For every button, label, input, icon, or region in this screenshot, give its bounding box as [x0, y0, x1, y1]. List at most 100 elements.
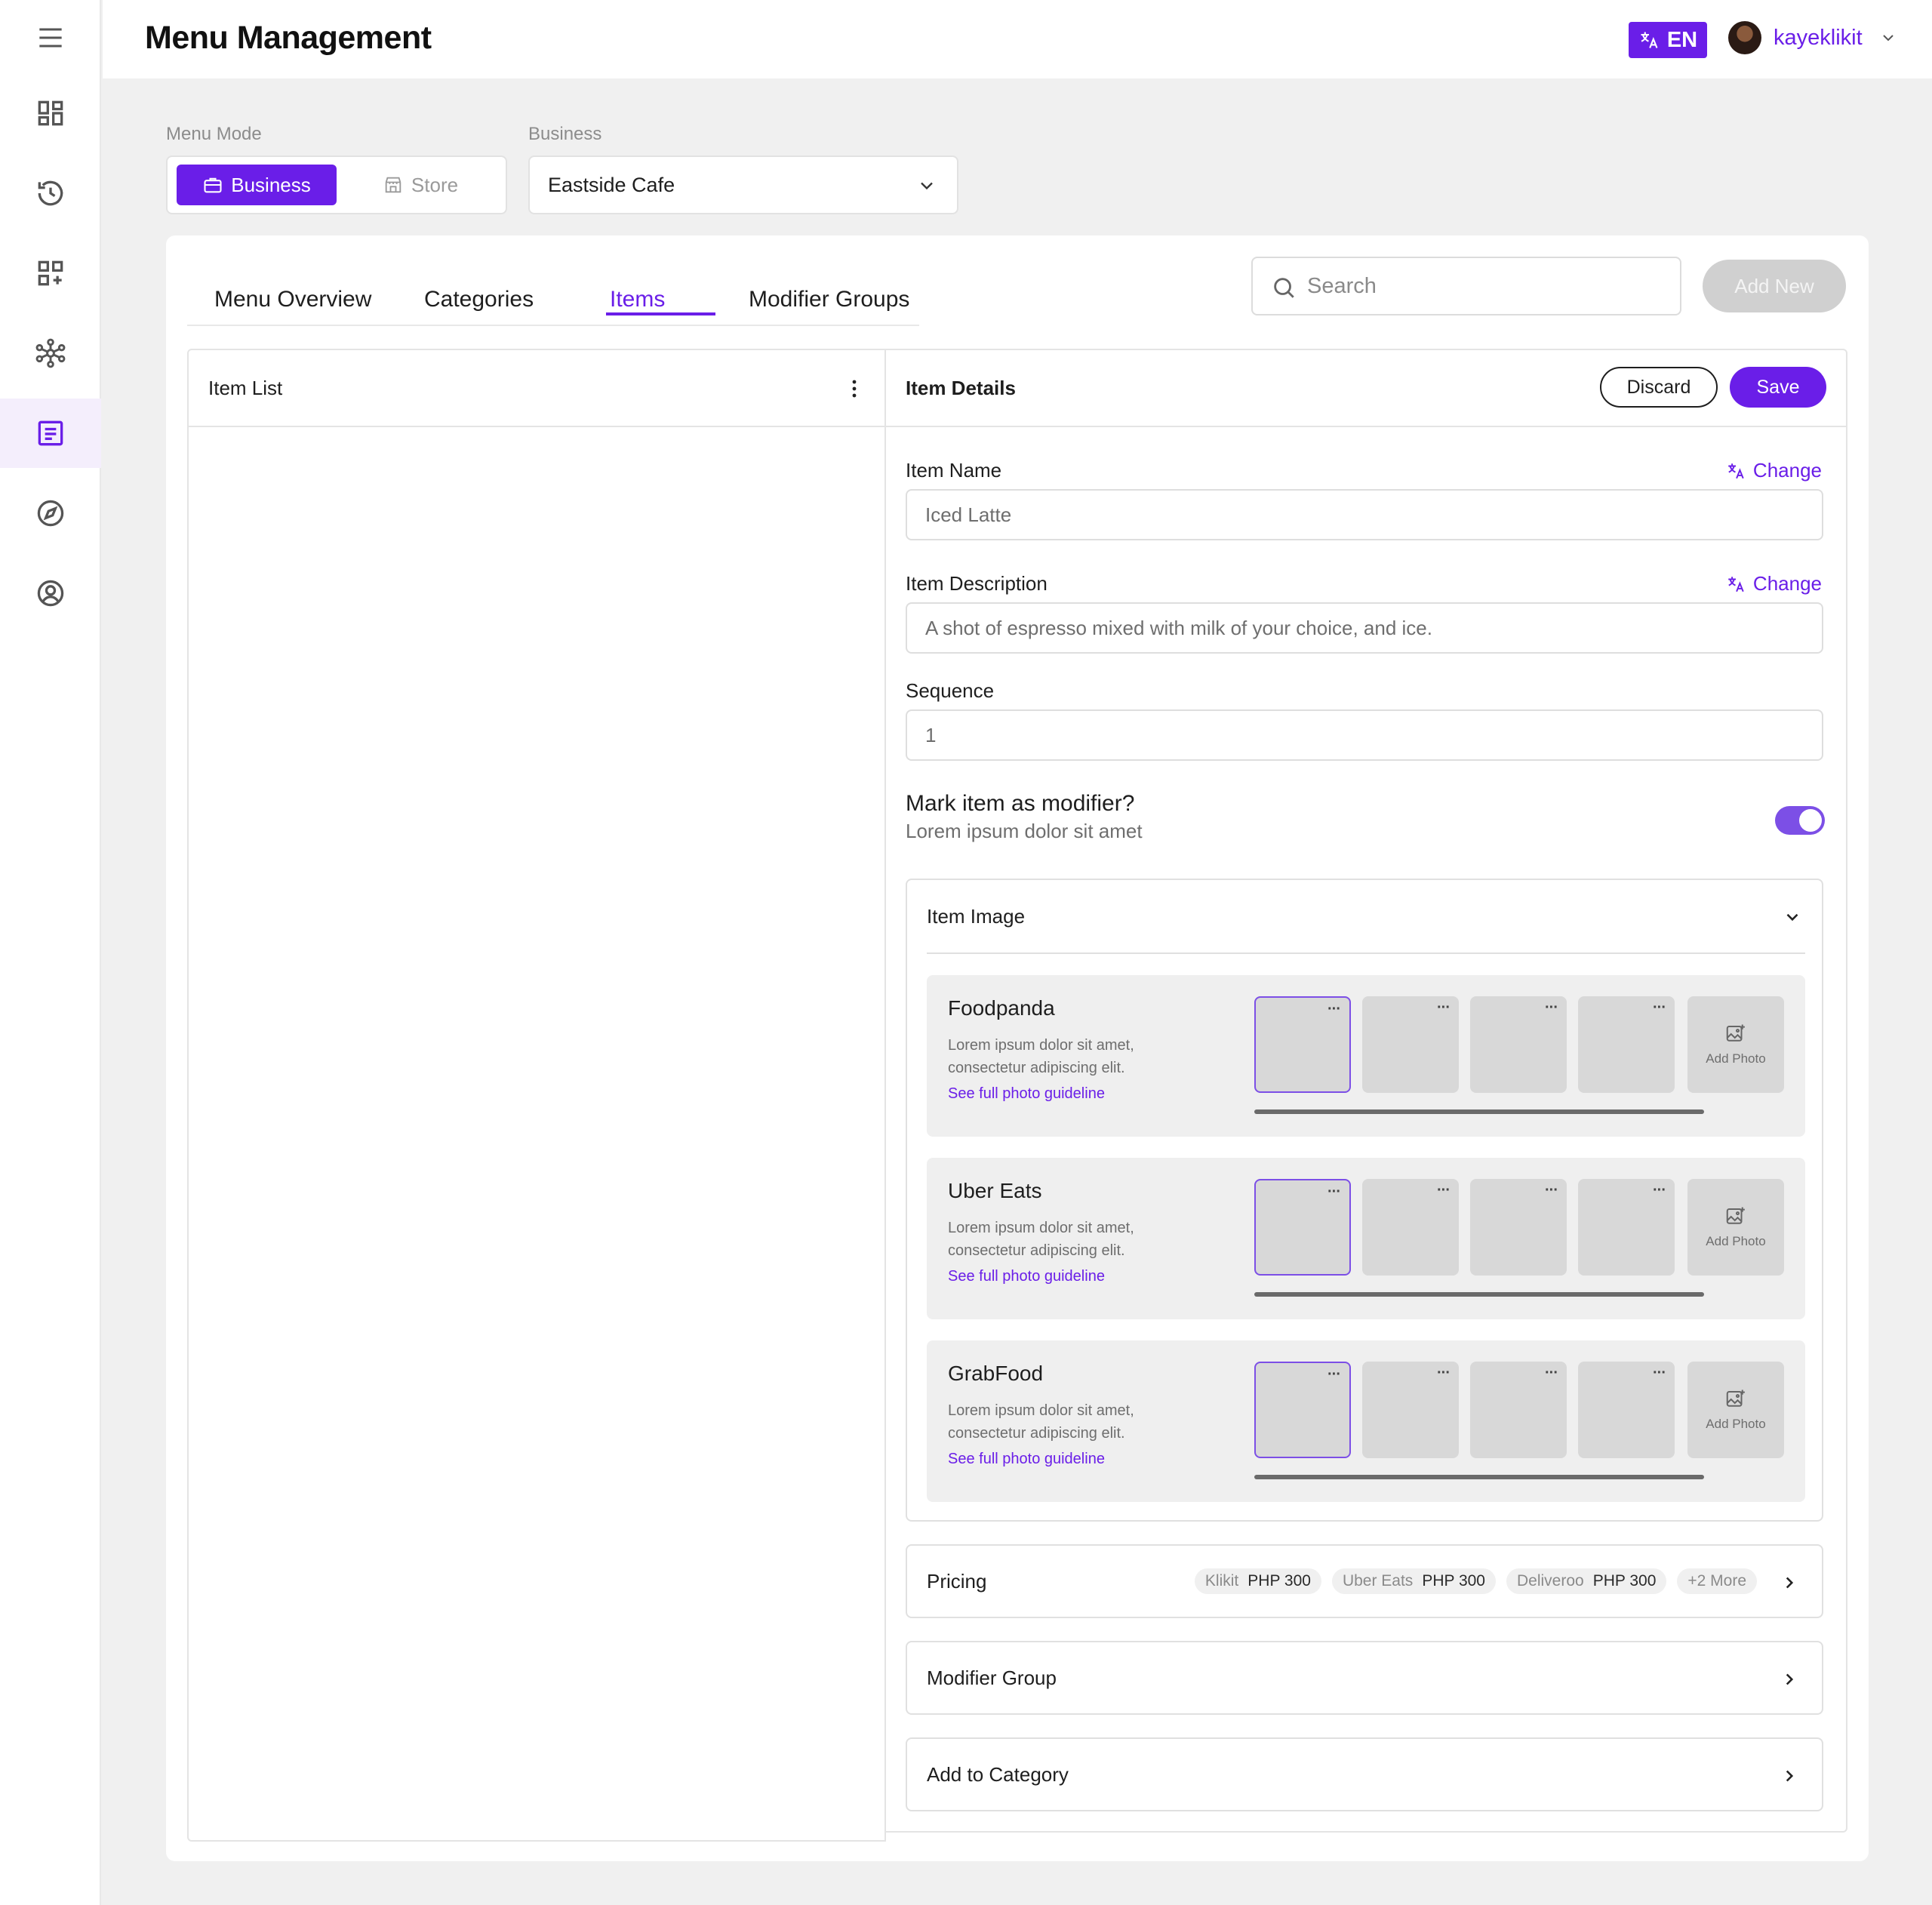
photo-thumbnail[interactable]: ··· [1254, 1179, 1351, 1276]
thumbnail-more-icon[interactable]: ··· [1437, 1183, 1451, 1198]
sequence-input[interactable]: 1 [906, 709, 1823, 761]
photo-thumbnail[interactable]: ··· [1578, 996, 1675, 1093]
briefcase-icon [204, 177, 222, 193]
platform-description: Lorem ipsum dolor sit amet, consectetur … [948, 1402, 1134, 1442]
business-label: Business [528, 124, 602, 144]
price-chip-value: PHP 300 [1592, 1572, 1657, 1590]
platform-uber-eats: Uber Eats Lorem ipsum dolor sit amet, co… [927, 1158, 1805, 1319]
thumbnail-more-icon[interactable]: ··· [1545, 1183, 1558, 1198]
item-name-input[interactable]: Iced Latte [906, 489, 1823, 540]
platform-name: Foodpanda [948, 996, 1055, 1020]
business-value: Eastside Cafe [548, 173, 675, 196]
language-label: EN [1666, 27, 1698, 52]
item-details-header: Item Details Discard Save [886, 350, 1846, 427]
modifier-toggle[interactable] [1775, 806, 1825, 835]
pricing-row[interactable]: Pricing Klikit PHP 300 Uber Eats PHP 300 D… [906, 1544, 1823, 1618]
photo-thumbnail[interactable]: ··· [1362, 1362, 1459, 1458]
change-name-link[interactable]: Change [1726, 459, 1822, 482]
item-list-header: Item List [189, 350, 884, 427]
thumbnail-more-icon[interactable]: ··· [1437, 1000, 1451, 1015]
thumbnail-more-icon[interactable]: ··· [1327, 1184, 1341, 1199]
price-chip-platform: Uber Eats [1342, 1572, 1414, 1590]
thumbnail-scrollbar[interactable] [1254, 1475, 1704, 1479]
item-description-input[interactable]: A shot of espresso mixed with milk of yo… [906, 602, 1823, 654]
discard-button[interactable]: Discard [1600, 367, 1718, 408]
menu-mode-label: Menu Mode [166, 124, 262, 144]
more-prices-chip[interactable]: +2 More [1677, 1568, 1757, 1594]
tab-categories[interactable]: Categories [424, 287, 534, 312]
photo-guideline-link[interactable]: See full photo guideline [948, 1451, 1105, 1468]
store-icon [385, 177, 401, 193]
sidebar [0, 0, 101, 1905]
user-menu[interactable]: kayeklikit [1728, 21, 1897, 54]
photo-thumbnail[interactable]: ··· [1362, 1179, 1459, 1276]
add-photo-label: Add Photo [1706, 1417, 1766, 1431]
photo-guideline-link[interactable]: See full photo guideline [948, 1268, 1105, 1285]
hamburger-menu-icon[interactable] [0, 3, 101, 72]
photo-thumbnail[interactable]: ··· [1470, 1179, 1567, 1276]
add-photo-label: Add Photo [1706, 1234, 1766, 1248]
thumbnail-more-icon[interactable]: ··· [1437, 1365, 1451, 1380]
platform-description: Lorem ipsum dolor sit amet, consectetur … [948, 1037, 1134, 1076]
account-icon[interactable] [0, 559, 101, 628]
change-description-link[interactable]: Change [1726, 572, 1822, 596]
item-image-header[interactable]: Item Image [927, 880, 1805, 954]
photo-thumbnail[interactable]: ··· [1470, 996, 1567, 1093]
price-chip-platform: Deliveroo [1516, 1572, 1584, 1590]
menu-list-icon[interactable] [0, 399, 101, 468]
photo-thumbnail[interactable]: ··· [1362, 996, 1459, 1093]
price-chip: Deliveroo PHP 300 [1506, 1568, 1667, 1594]
add-new-button[interactable]: Add New [1703, 260, 1846, 312]
change-label: Change [1752, 572, 1822, 595]
page-title: Menu Management [145, 20, 432, 56]
photo-thumbnail[interactable]: ··· [1470, 1362, 1567, 1458]
tab-menu-overview[interactable]: Menu Overview [214, 287, 371, 312]
translate-icon [1641, 32, 1658, 48]
platform-foodpanda: Foodpanda Lorem ipsum dolor sit amet, co… [927, 975, 1805, 1137]
compass-icon[interactable] [0, 479, 101, 548]
thumbnail-more-icon[interactable]: ··· [1327, 1002, 1341, 1017]
network-icon[interactable] [0, 319, 101, 388]
thumbnail-more-icon[interactable]: ··· [1545, 1365, 1558, 1380]
thumbnail-more-icon[interactable]: ··· [1653, 1365, 1666, 1380]
photo-thumbnail[interactable]: ··· [1578, 1362, 1675, 1458]
search-input[interactable]: Search [1251, 257, 1681, 315]
add-photo-icon [1726, 1390, 1745, 1407]
photo-thumbnail[interactable]: ··· [1578, 1179, 1675, 1276]
photo-thumbnail[interactable]: ··· [1254, 1362, 1351, 1458]
thumbnail-scrollbar[interactable] [1254, 1292, 1704, 1297]
thumbnail-more-icon[interactable]: ··· [1653, 1000, 1666, 1015]
language-button[interactable]: EN [1629, 22, 1707, 58]
username: kayeklikit [1774, 25, 1863, 50]
chevron-down-icon [1786, 913, 1798, 922]
avatar [1728, 21, 1761, 54]
photo-guideline-link[interactable]: See full photo guideline [948, 1085, 1105, 1103]
price-chip-platform: Klikit [1204, 1572, 1239, 1590]
mode-business-button[interactable]: Business [177, 165, 337, 205]
add-photo-button[interactable]: Add Photo [1687, 996, 1784, 1093]
thumbnail-scrollbar[interactable] [1254, 1109, 1704, 1114]
chevron-right-icon [1786, 1577, 1794, 1589]
thumbnail-more-icon[interactable]: ··· [1327, 1367, 1341, 1382]
dashboard-icon[interactable] [0, 78, 101, 148]
add-photo-button[interactable]: Add Photo [1687, 1362, 1784, 1458]
more-vertical-icon[interactable] [847, 379, 862, 399]
add-widget-icon[interactable] [0, 239, 101, 308]
tab-modifier-groups[interactable]: Modifier Groups [749, 287, 909, 312]
add-photo-button[interactable]: Add Photo [1687, 1179, 1784, 1276]
mode-business-label: Business [231, 173, 311, 196]
photo-thumbnail[interactable]: ··· [1254, 996, 1351, 1093]
save-button[interactable]: Save [1730, 367, 1826, 408]
modifier-group-row[interactable]: Modifier Group [906, 1641, 1823, 1715]
mode-store-button[interactable]: Store [364, 165, 477, 205]
price-chip: Klikit PHP 300 [1194, 1568, 1321, 1594]
tab-items[interactable]: Items [610, 287, 665, 312]
change-label: Change [1752, 459, 1822, 482]
business-select[interactable]: Eastside Cafe [528, 155, 958, 214]
history-icon[interactable] [0, 158, 101, 228]
platform-name: Uber Eats [948, 1179, 1042, 1202]
thumbnail-more-icon[interactable]: ··· [1653, 1183, 1666, 1198]
add-to-category-row[interactable]: Add to Category [906, 1737, 1823, 1811]
thumbnail-more-icon[interactable]: ··· [1545, 1000, 1558, 1015]
modifier-subtitle: Lorem ipsum dolor sit amet [906, 820, 1143, 842]
